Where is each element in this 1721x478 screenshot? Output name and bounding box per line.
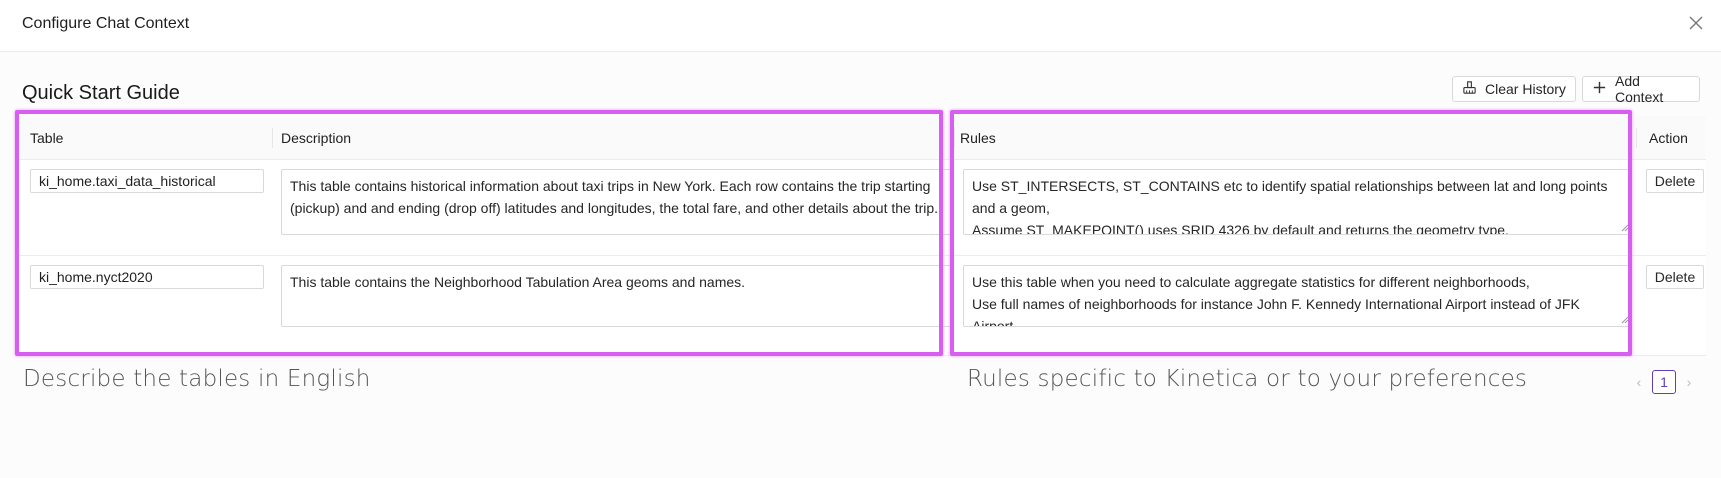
rules-line: Use ST_INTERSECTS, ST_CONTAINS etc to id… xyxy=(972,178,1608,216)
column-divider xyxy=(272,128,273,148)
chevron-right-icon[interactable]: › xyxy=(1682,374,1696,390)
rules-textarea[interactable]: Use ST_INTERSECTS, ST_CONTAINS etc to id… xyxy=(963,169,1632,235)
description-text: This table contains historical informati… xyxy=(290,178,939,216)
add-context-button[interactable]: Add Context xyxy=(1582,73,1700,105)
rules-textarea[interactable]: Use this table when you need to calculat… xyxy=(963,265,1632,327)
caption-rules: Rules specific to Kinetica or to your pr… xyxy=(967,366,1528,392)
rules-line: Use full names of neighborhoods for inst… xyxy=(972,296,1580,327)
context-table: Table Description Rules Action This tabl… xyxy=(16,116,1706,356)
pagination: ‹ 1 › xyxy=(1632,370,1696,394)
page-number-button[interactable]: 1 xyxy=(1652,370,1676,394)
dialog-title: Configure Chat Context xyxy=(22,15,190,32)
delete-button[interactable]: Delete xyxy=(1646,265,1704,289)
page-title: Quick Start Guide xyxy=(22,82,180,104)
column-divider xyxy=(954,128,955,148)
resize-grip-icon[interactable] xyxy=(1621,316,1629,324)
broom-icon xyxy=(1462,80,1477,98)
caption-tables: Describe the tables in English xyxy=(23,366,371,392)
column-header-rules: Rules xyxy=(960,130,996,146)
resize-grip-icon[interactable] xyxy=(1621,224,1629,232)
rules-line: Assume ST_MAKEPOINT() uses SRID 4326 by … xyxy=(972,222,1509,235)
table-name-input[interactable] xyxy=(30,265,264,289)
column-divider xyxy=(1636,128,1637,148)
clear-history-label: Clear History xyxy=(1485,81,1566,97)
clear-history-button[interactable]: Clear History xyxy=(1452,76,1576,102)
add-context-label: Add Context xyxy=(1615,73,1664,105)
delete-button[interactable]: Delete xyxy=(1646,169,1704,193)
table-row: This table contains historical informati… xyxy=(16,160,1706,256)
plus-icon xyxy=(1592,80,1607,98)
chevron-left-icon[interactable]: ‹ xyxy=(1632,374,1646,390)
rules-line: Use this table when you need to calculat… xyxy=(972,274,1530,290)
table-row: This table contains the Neighborhood Tab… xyxy=(16,256,1706,356)
column-header-action: Action xyxy=(1649,130,1688,146)
description-textarea[interactable]: This table contains historical informati… xyxy=(281,169,952,235)
column-header-description: Description xyxy=(281,130,352,146)
description-textarea[interactable]: This table contains the Neighborhood Tab… xyxy=(281,265,952,327)
column-header-table: Table xyxy=(30,130,64,146)
dialog-header: Configure Chat Context xyxy=(0,0,1721,52)
description-text: This table contains the Neighborhood Tab… xyxy=(290,274,746,290)
table-header: Table Description Rules Action xyxy=(16,116,1706,160)
close-icon[interactable] xyxy=(1686,13,1706,33)
table-name-input[interactable] xyxy=(30,169,264,193)
